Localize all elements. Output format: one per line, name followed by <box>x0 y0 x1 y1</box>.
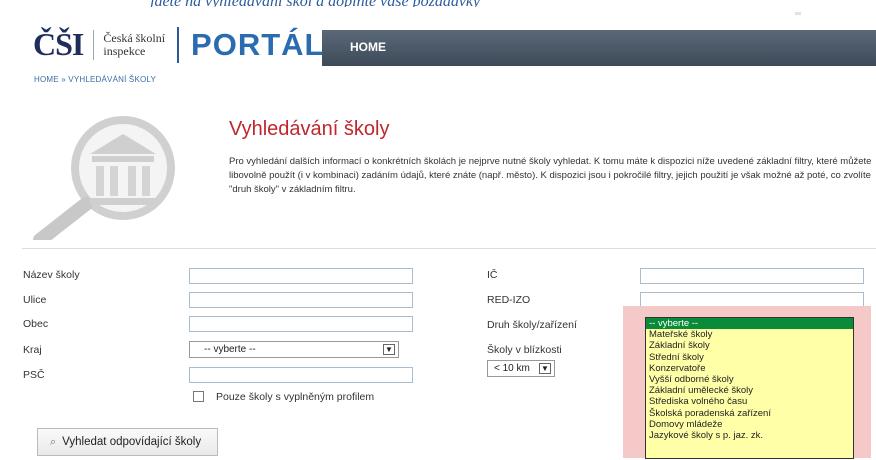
chevron-down-icon[interactable]: ▼ <box>539 363 551 374</box>
magnifier-building-icon <box>33 116 175 240</box>
decorative-mark <box>795 12 801 15</box>
dropdown-option[interactable]: Základní školy <box>646 340 853 351</box>
school-name-label: Název školy <box>23 269 80 281</box>
street-input[interactable] <box>189 292 413 308</box>
logo-subtitle-line2: inspekce <box>103 43 146 58</box>
profile-only-label[interactable]: Pouze školy s vyplněným profilem <box>216 391 374 403</box>
dropdown-option[interactable]: Vyšší odborné školy <box>646 374 853 385</box>
ic-label: IČ <box>487 269 498 281</box>
school-type-dropdown[interactable]: -- vyberte -- Mateřské školy Základní šk… <box>645 317 854 459</box>
dropdown-option[interactable]: Jazykové školy s p. jaz. zk. <box>646 430 853 441</box>
portal-label: PORTÁL <box>191 26 325 62</box>
portal-divider <box>177 26 180 63</box>
site-logo[interactable]: ČŠI Česká školní inspekce PORTÁL <box>33 26 324 63</box>
chevron-down-icon[interactable]: ▼ <box>383 344 395 355</box>
postcode-input[interactable] <box>189 367 413 383</box>
dropdown-option[interactable]: -- vyberte -- <box>646 318 853 330</box>
region-select-value: -- vyberte -- <box>204 344 256 355</box>
city-input[interactable] <box>189 316 413 332</box>
dropdown-option[interactable]: Mateřské školy <box>646 329 853 340</box>
school-name-input[interactable] <box>189 268 413 284</box>
region-select[interactable]: -- vyberte -- ▼ <box>189 341 399 358</box>
search-button[interactable]: ⌕ Vyhledat odpovídající školy <box>37 428 218 456</box>
page-intro: Pro vyhledání dalších informací o konkré… <box>229 156 872 195</box>
logo-mark: ČŠI <box>33 26 84 63</box>
vicinity-label: Školy v blízkosti <box>487 344 562 356</box>
school-type-label: Druh školy/zařízení <box>487 319 577 331</box>
logo-divider <box>93 29 95 60</box>
city-label: Obec <box>23 318 49 330</box>
main-navbar: HOME <box>322 30 876 66</box>
nav-home-link[interactable]: HOME <box>350 40 386 54</box>
dropdown-option[interactable]: Školská poradenská zařízení <box>646 408 853 419</box>
breadcrumb[interactable]: HOME » VYHLEDÁVÁNÍ ŠKOLY <box>34 75 156 84</box>
redizo-label: RED-IZO <box>487 294 531 306</box>
dropdown-option[interactable]: Domovy mládeže <box>646 419 853 430</box>
logo-subtitle-line1: Česká školní <box>103 30 166 45</box>
top-strip: jděte na vyhledávání škol a doplňte vaše… <box>0 0 876 7</box>
vicinity-select[interactable]: < 10 km ▼ <box>487 360 555 377</box>
postcode-label: PSČ <box>23 369 45 381</box>
divider <box>22 248 876 249</box>
profile-only-checkbox[interactable] <box>193 391 204 402</box>
vicinity-select-value: < 10 km <box>494 363 530 374</box>
street-label: Ulice <box>23 294 47 306</box>
logo-mark-text: ČŠI <box>33 26 84 62</box>
search-icon: ⌕ <box>50 435 57 448</box>
dropdown-option[interactable]: Střední školy <box>646 352 853 363</box>
dropdown-option[interactable]: Základní umělecké školy <box>646 385 853 396</box>
logo-subtitle: Česká školní inspekce <box>103 30 166 58</box>
ic-input[interactable] <box>640 268 864 284</box>
dropdown-option[interactable]: Konzervatoře <box>646 363 853 374</box>
region-label: Kraj <box>23 344 42 356</box>
page-title: Vyhledávání školy <box>229 118 390 140</box>
dropdown-option[interactable]: Střediska volného času <box>646 396 853 407</box>
search-button-label: Vyhledat odpovídající školy <box>62 436 202 448</box>
